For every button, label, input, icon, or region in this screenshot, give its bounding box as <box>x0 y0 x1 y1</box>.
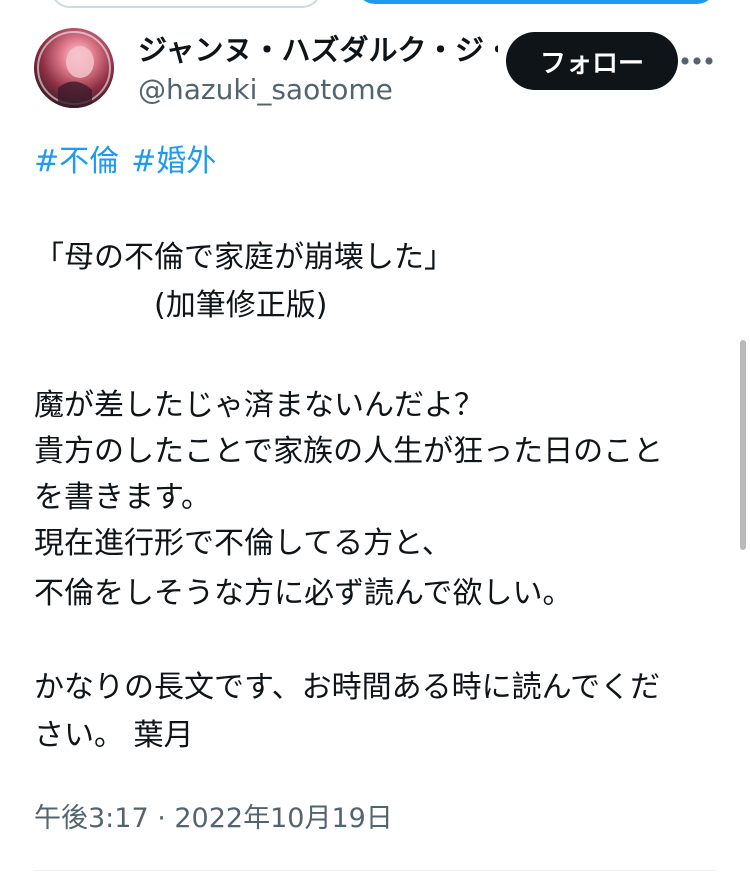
tweet-text-line: さい。 葉月 <box>34 718 194 753</box>
tweet-text-line: 「母の不倫で家庭が崩壊した」 <box>34 240 454 275</box>
hashtag-link[interactable]: #不倫 <box>34 144 119 179</box>
tweet-text-line: (加筆修正版) <box>34 288 328 323</box>
tweet-text-line: 現在進行形で不倫してる方と、 <box>34 526 452 561</box>
user-handle[interactable]: @hazuki_saotome <box>138 72 393 108</box>
tweet-text-line: 不倫をしそうな方に必ず読んで欲しい。 <box>34 576 573 611</box>
tweet-text-line: かなりの長文です、お時間ある時に読んでくだ <box>34 670 661 705</box>
avatar[interactable] <box>34 28 114 108</box>
hashtag-list: #不倫 #婚外 <box>34 142 228 182</box>
scrollbar[interactable] <box>740 340 746 550</box>
display-name[interactable]: ジャンヌ・ハズダルク・ジ・ <box>138 30 498 70</box>
divider <box>34 870 716 871</box>
tweet-timestamp[interactable]: 午後3:17 · 2022年10月19日 <box>34 800 393 838</box>
tweet-text-line: 魔が差したじゃ済まないんだよ？ <box>34 388 484 423</box>
hashtag-link[interactable]: #婚外 <box>131 144 216 179</box>
tweet-text-line: を書きます。 <box>34 480 211 515</box>
tweet-text-line: 貴方のしたことで家族の人生が狂った日のこと <box>34 434 664 469</box>
more-options-button[interactable] <box>680 46 714 76</box>
tweet-header: ジャンヌ・ハズダルク・ジ・ @hazuki_saotome フォロー <box>0 0 750 120</box>
follow-button[interactable]: フォロー <box>506 32 678 90</box>
more-horizontal-icon <box>681 57 713 65</box>
